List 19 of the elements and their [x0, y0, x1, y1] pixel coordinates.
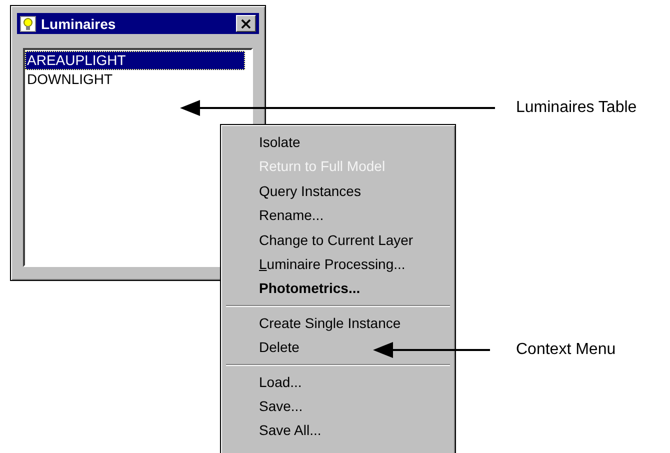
menu-item[interactable]: Save All...: [256, 418, 324, 443]
menu-item[interactable]: Luminaire Processing...: [256, 252, 408, 276]
callout-label: Luminaires Table: [516, 99, 637, 117]
list-item[interactable]: DOWNLIGHT: [25, 70, 245, 89]
menu-item[interactable]: Delete: [256, 335, 302, 360]
window-title: Luminaires: [41, 16, 117, 32]
luminaires-list[interactable]: AREAUPLIGHT DOWNLIGHT: [23, 48, 253, 267]
menu-item[interactable]: Rename...: [256, 203, 327, 228]
menu-item[interactable]: Create Single Instance: [256, 310, 404, 336]
menu-item[interactable]: Query Instances: [256, 178, 364, 204]
menu-item[interactable]: Photometrics...: [256, 276, 364, 301]
callout-label: Context Menu: [516, 341, 616, 359]
menu-item[interactable]: Change to Current Layer: [256, 228, 416, 252]
menu-item[interactable]: Save...: [256, 394, 306, 418]
light-bulb-icon: [20, 16, 36, 32]
close-button[interactable]: ×: [236, 15, 256, 32]
menu-item[interactable]: Load...: [256, 370, 305, 394]
menu-item[interactable]: Isolate: [256, 130, 304, 154]
list-item[interactable]: AREAUPLIGHT: [25, 51, 245, 70]
